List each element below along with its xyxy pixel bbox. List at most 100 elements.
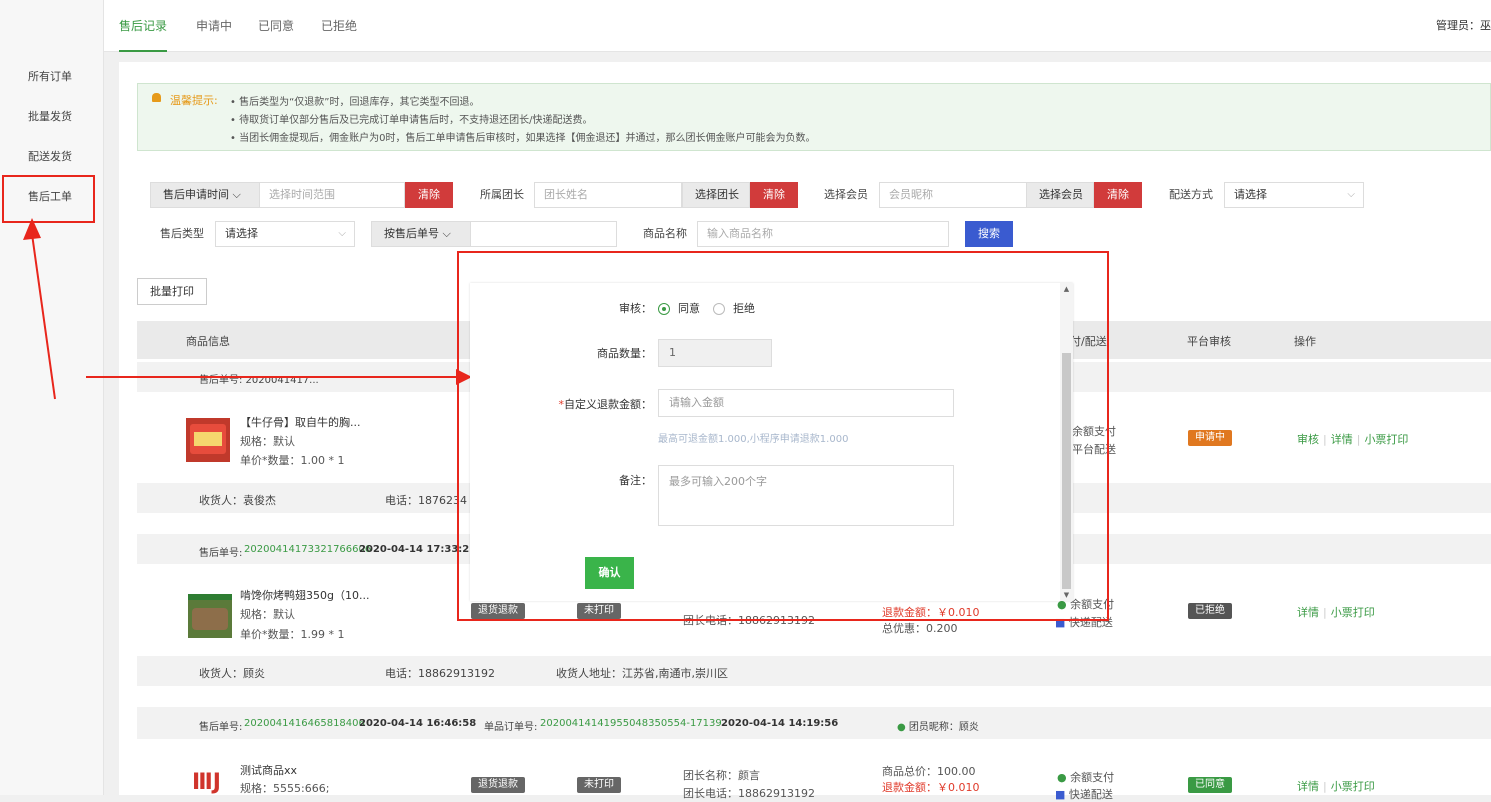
goods-total: 商品总价：100.00 <box>882 765 976 778</box>
scroll-thumb[interactable] <box>1062 353 1071 589</box>
after-sales-time: 2020-04-14 16:46:58 <box>359 718 477 729</box>
product-price: 单价*数量：1.99 * 1 <box>240 628 345 641</box>
receiver-phone: 电话：18862913192 <box>385 667 495 680</box>
user-icon: ● <box>897 722 906 733</box>
confirm-button[interactable]: 确认 <box>585 557 634 589</box>
receiver-phone: 电话：1876234 <box>385 494 467 507</box>
tab-rejected[interactable]: 已拒绝 <box>321 17 357 34</box>
leader-input[interactable]: 团长姓名 <box>534 182 682 208</box>
item-order-no-label: 单品订单号: <box>484 722 538 733</box>
chevron-down-icon: ⌵ <box>232 188 241 201</box>
pay-method: ● 余额支付 <box>1057 769 1114 785</box>
chevron-down-icon: ⌵ <box>338 228 346 239</box>
reject-label[interactable]: 拒绝 <box>733 300 755 316</box>
refund-amount-input[interactable]: 请输入金额 <box>658 389 954 417</box>
refund-amount-label: *自定义退款金额： <box>558 398 653 411</box>
chevron-down-icon: ⌵ <box>442 227 451 240</box>
detail-link[interactable]: 详情 <box>1297 780 1319 793</box>
tab-agreed[interactable]: 已同意 <box>258 17 294 34</box>
audit-dialog: 审核： 同意 拒绝 商品数量： 1 *自定义退款金额： 请输入金额 最高可退金额… <box>470 283 1073 601</box>
chevron-down-icon: ⌵ <box>1347 189 1355 200</box>
leader-label: 所属团长 <box>480 188 524 201</box>
agree-radio[interactable] <box>658 303 670 315</box>
time-type-select[interactable]: 售后申请时间 ⌵ <box>150 182 260 208</box>
receiver-name: 收货人：袁俊杰 <box>199 494 276 507</box>
scroll-down-icon[interactable]: ▼ <box>1062 591 1071 599</box>
type-label: 售后类型 <box>160 227 204 240</box>
goods-name-input[interactable]: 输入商品名称 <box>697 221 949 247</box>
product-name: 【牛仔骨】取自牛的胸... <box>240 416 361 429</box>
wallet-icon: ● <box>1057 771 1067 784</box>
column-header: 操作 <box>1294 335 1316 348</box>
choose-member-button[interactable]: 选择会员 <box>1026 182 1094 208</box>
reject-radio[interactable] <box>713 303 725 315</box>
receiver-row: 收货人：顾炎 电话：18862913192 收货人地址：江苏省,南通市,崇川区 <box>137 656 1491 686</box>
order-header-row: 售后单号: 20200414164658184​06 2020-04-14 16… <box>137 707 1491 739</box>
order-no-select[interactable]: 按售后单号 ⌵ <box>371 221 471 247</box>
order-no-input[interactable] <box>470 221 617 247</box>
notice-line: • 当团长佣金提现后，佣金账户为0时，售后工单申请售后审核时，如果选择【佣金退还… <box>230 133 816 144</box>
order-actions: 详情 | 小票打印 <box>1297 606 1375 619</box>
product-spec: 规格：默认 <box>240 435 295 448</box>
receiver-address: 收货人地址：江苏省,南通市,崇川区 <box>556 667 728 680</box>
choose-leader-button[interactable]: 选择团长 <box>682 182 750 208</box>
column-header: 商品信息 <box>186 335 230 348</box>
search-button[interactable]: 搜索 <box>965 221 1013 247</box>
detail-link[interactable]: 详情 <box>1297 606 1319 619</box>
status-badge: 已拒绝 <box>1188 603 1232 619</box>
member-input[interactable]: 会员昵称 <box>879 182 1027 208</box>
print-ticket-link[interactable]: 小票打印 <box>1331 780 1375 793</box>
audit-label: 审核： <box>619 302 652 315</box>
time-type-label: 售后申请时间 <box>163 188 229 201</box>
notice-label: 温馨提示: <box>170 94 218 107</box>
column-header: 平台审核 <box>1187 335 1231 348</box>
time-range-input[interactable]: 选择时间范围 <box>259 182 405 208</box>
scroll-up-icon[interactable]: ▲ <box>1062 285 1071 293</box>
after-sales-no-label: 售后单号: <box>199 722 243 733</box>
refund-hint: 最高可退金额1.000,小程序申请退款1.000 <box>658 434 849 445</box>
order-actions: 详情 | 小票打印 <box>1297 780 1375 793</box>
quantity-field[interactable]: 1 <box>658 339 772 367</box>
detail-link[interactable]: 详情 <box>1331 433 1353 446</box>
remark-label: 备注： <box>619 474 652 487</box>
print-ticket-link[interactable]: 小票打印 <box>1331 606 1375 619</box>
after-sales-no[interactable]: 20200414164658184​06 <box>244 718 365 729</box>
notice-line: • 售后类型为“仅退款”时，回退库存，其它类型不回退。 <box>230 97 480 108</box>
admin-label: 管理员：巫 <box>1436 19 1491 32</box>
leader-name: 团长名称：颜言 <box>683 769 760 782</box>
member-label: 选择会员 <box>824 188 868 201</box>
type-select[interactable]: 请选择 ⌵ <box>215 221 355 247</box>
refund-amount-label-text: 自定义退款金额： <box>564 398 652 411</box>
tab-applying[interactable]: 申请中 <box>196 17 232 34</box>
audit-link[interactable]: 审核 <box>1297 433 1319 446</box>
product-name: 测试商品xx <box>240 764 298 777</box>
agree-label[interactable]: 同意 <box>678 300 700 316</box>
delivery-select[interactable]: 请选择 ⌵ <box>1224 182 1364 208</box>
notice-box: 温馨提示: • 售后类型为“仅退款”时，回退库存，其它类型不回退。 • 待取货订… <box>137 83 1491 151</box>
receiver-name: 收货人：顾炎 <box>199 667 265 680</box>
delivery-method: ■ 快递配送 <box>1055 786 1113 802</box>
dialog-scrollbar[interactable]: ▲ ▼ <box>1060 283 1073 601</box>
after-sales-no: 售后单号: 2020041417... <box>199 375 319 386</box>
member-nickname-label: 团员昵称：顾炎 <box>908 722 979 733</box>
item-order-time: 2020-04-14 14:19:56 <box>721 718 839 729</box>
status-badge: 已同意 <box>1188 777 1232 793</box>
clear-time-button[interactable]: 清除 <box>405 182 453 208</box>
tab-after-sales-records[interactable]: 售后记录 <box>119 17 167 34</box>
sidebar-item-delivery-ship[interactable]: 配送发货 <box>0 147 104 167</box>
sidebar-item-all-orders[interactable]: 所有订单 <box>0 67 104 87</box>
bell-icon <box>152 93 161 102</box>
print-status-badge: 未打印 <box>577 777 621 793</box>
top-bar: 售后记录 申请中 已同意 已拒绝 管理员：巫 <box>104 0 1491 52</box>
notice-line: • 待取货订单仅部分售后及已完成订单申请售后时，不支持退还团长/快递配送费。 <box>230 115 593 126</box>
goods-label: 商品名称 <box>643 227 687 240</box>
clear-member-button[interactable]: 清除 <box>1094 182 1142 208</box>
after-sales-no[interactable]: 20200414173321766606 <box>244 544 371 555</box>
item-order-no[interactable]: 20200414141955048350554-17139 <box>540 718 722 729</box>
remark-textarea[interactable]: 最多可输入200个字 <box>658 465 954 526</box>
print-ticket-link[interactable]: 小票打印 <box>1364 433 1408 446</box>
total-discount: 总优惠：0.200 <box>882 622 958 635</box>
batch-print-button[interactable]: 批量打印 <box>137 278 207 305</box>
clear-leader-button[interactable]: 清除 <box>750 182 798 208</box>
sidebar-item-batch-ship[interactable]: 批量发货 <box>0 107 104 127</box>
